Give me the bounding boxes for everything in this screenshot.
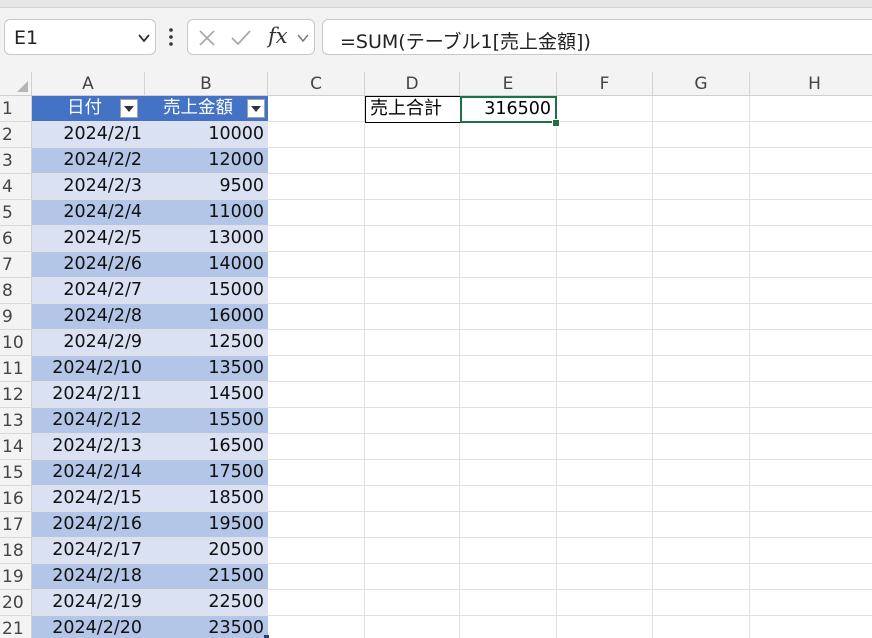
table-cell-date[interactable]: 2024/2/4 (32, 200, 145, 225)
row-header-17[interactable]: 17 (0, 512, 32, 538)
table-cell-sales-amount[interactable]: 23500 (145, 616, 268, 638)
table-header-sales-amount[interactable]: 売上金額 (145, 96, 268, 121)
column-header-e[interactable]: E (460, 72, 557, 96)
column-header-h[interactable]: H (750, 72, 872, 96)
gridline-vertical (749, 96, 750, 638)
table-cell-sales-amount[interactable]: 20500 (145, 538, 268, 563)
row-header-3[interactable]: 3 (0, 148, 32, 174)
table-cell-sales-amount[interactable]: 22500 (145, 590, 268, 615)
insert-function-icon[interactable]: fx (268, 24, 288, 48)
row-header-2[interactable]: 2 (0, 122, 32, 148)
column-header-b[interactable]: B (145, 72, 268, 96)
gridline-vertical (652, 96, 653, 638)
table-cell-sales-amount[interactable]: 11000 (145, 200, 268, 225)
filter-dropdown-button[interactable] (247, 99, 265, 118)
more-options-icon[interactable] (167, 26, 175, 48)
filter-dropdown-button[interactable] (120, 99, 138, 118)
table-cell-date[interactable]: 2024/2/8 (32, 304, 145, 329)
table-cell-date[interactable]: 2024/2/9 (32, 330, 145, 355)
window-top-edge (0, 0, 872, 8)
table-cell-date[interactable]: 2024/2/6 (32, 252, 145, 277)
table-cell-date[interactable]: 2024/2/14 (32, 460, 145, 485)
table-cell-date[interactable]: 2024/2/12 (32, 408, 145, 433)
row-header-4[interactable]: 4 (0, 174, 32, 200)
table-cell-sales-amount[interactable]: 12500 (145, 330, 268, 355)
name-box-value: E1 (14, 27, 39, 49)
table-cell-sales-amount[interactable]: 18500 (145, 486, 268, 511)
table-cell-sales-amount[interactable]: 15000 (145, 278, 268, 303)
table-cell-sales-amount[interactable]: 21500 (145, 564, 268, 589)
chevron-down-icon[interactable] (296, 32, 310, 44)
table-cell-date[interactable]: 2024/2/2 (32, 148, 145, 173)
row-header-11[interactable]: 11 (0, 356, 32, 382)
row-header-15[interactable]: 15 (0, 460, 32, 486)
worksheet-grid[interactable]: A B C D E F G H 1 2 3 4 5 6 7 8 9 10 11 12 13 14 15 16 17 18 19 20 2… (0, 72, 872, 638)
selected-cell-e1[interactable]: 316500 (460, 96, 557, 123)
row-header-8[interactable]: 8 (0, 278, 32, 304)
row-header-18[interactable]: 18 (0, 538, 32, 564)
row-header-16[interactable]: 16 (0, 486, 32, 512)
row-header-10[interactable]: 10 (0, 330, 32, 356)
table-cell-date[interactable]: 2024/2/19 (32, 590, 145, 615)
select-all-corner[interactable] (0, 72, 32, 96)
gridline-vertical (556, 96, 557, 638)
gridline-vertical (459, 96, 460, 638)
table-cell-sales-amount[interactable]: 15500 (145, 408, 268, 433)
row-header-19[interactable]: 19 (0, 564, 32, 590)
table-cell-date[interactable]: 2024/2/17 (32, 538, 145, 563)
gridline-vertical (364, 96, 365, 638)
table-header-date[interactable]: 日付 (32, 96, 145, 121)
table-cell-sales-amount[interactable]: 12000 (145, 148, 268, 173)
row-header-14[interactable]: 14 (0, 434, 32, 460)
table-cell-date[interactable]: 2024/2/3 (32, 174, 145, 199)
table-cell-sales-amount[interactable]: 16500 (145, 434, 268, 459)
table-cell-date[interactable]: 2024/2/15 (32, 486, 145, 511)
select-all-triangle-icon (17, 81, 28, 92)
row-header-5[interactable]: 5 (0, 200, 32, 226)
table-cell-sales-amount[interactable]: 14000 (145, 252, 268, 277)
formula-bar: E1 fx =SUM(テーブル1[売上金額]) (0, 8, 872, 72)
table-cell-date[interactable]: 2024/2/10 (32, 356, 145, 381)
table-cell-date[interactable]: 2024/2/11 (32, 382, 145, 407)
formula-actions: fx (187, 19, 315, 55)
table-cell-date[interactable]: 2024/2/18 (32, 564, 145, 589)
row-header-21[interactable]: 21 (0, 616, 32, 638)
table-cell-date[interactable]: 2024/2/1 (32, 122, 145, 147)
enter-check-icon[interactable] (229, 28, 253, 48)
summary-label-cell[interactable]: 売上合計 (365, 96, 461, 123)
table-cell-sales-amount[interactable]: 10000 (145, 122, 268, 147)
table-cell-sales-amount[interactable]: 19500 (145, 512, 268, 537)
table-cell-sales-amount[interactable]: 16000 (145, 304, 268, 329)
row-header-7[interactable]: 7 (0, 252, 32, 278)
table-cell-sales-amount[interactable]: 13500 (145, 356, 268, 381)
column-header-f[interactable]: F (557, 72, 653, 96)
table-cell-date[interactable]: 2024/2/13 (32, 434, 145, 459)
row-header-20[interactable]: 20 (0, 590, 32, 616)
cancel-icon[interactable] (197, 28, 217, 48)
column-header-c[interactable]: C (268, 72, 365, 96)
formula-text: =SUM(テーブル1[売上金額]) (340, 31, 591, 53)
column-header-d[interactable]: D (365, 72, 460, 96)
table-cell-date[interactable]: 2024/2/16 (32, 512, 145, 537)
column-header-a[interactable]: A (32, 72, 145, 96)
table-cell-sales-amount[interactable]: 17500 (145, 460, 268, 485)
row-header-13[interactable]: 13 (0, 408, 32, 434)
table-cell-sales-amount[interactable]: 14500 (145, 382, 268, 407)
name-box[interactable]: E1 (4, 19, 156, 55)
row-header-12[interactable]: 12 (0, 382, 32, 408)
chevron-down-icon[interactable] (135, 29, 153, 47)
table-cell-sales-amount[interactable]: 9500 (145, 174, 268, 199)
row-header-1[interactable]: 1 (0, 96, 32, 122)
row-header-6[interactable]: 6 (0, 226, 32, 252)
table-cell-sales-amount[interactable]: 13000 (145, 226, 268, 251)
column-header-g[interactable]: G (653, 72, 750, 96)
table-cell-date[interactable]: 2024/2/7 (32, 278, 145, 303)
row-header-9[interactable]: 9 (0, 304, 32, 330)
table-cell-date[interactable]: 2024/2/20 (32, 616, 145, 638)
table-cell-date[interactable]: 2024/2/5 (32, 226, 145, 251)
formula-input[interactable]: =SUM(テーブル1[売上金額]) (322, 19, 872, 55)
fill-handle[interactable] (552, 119, 560, 127)
